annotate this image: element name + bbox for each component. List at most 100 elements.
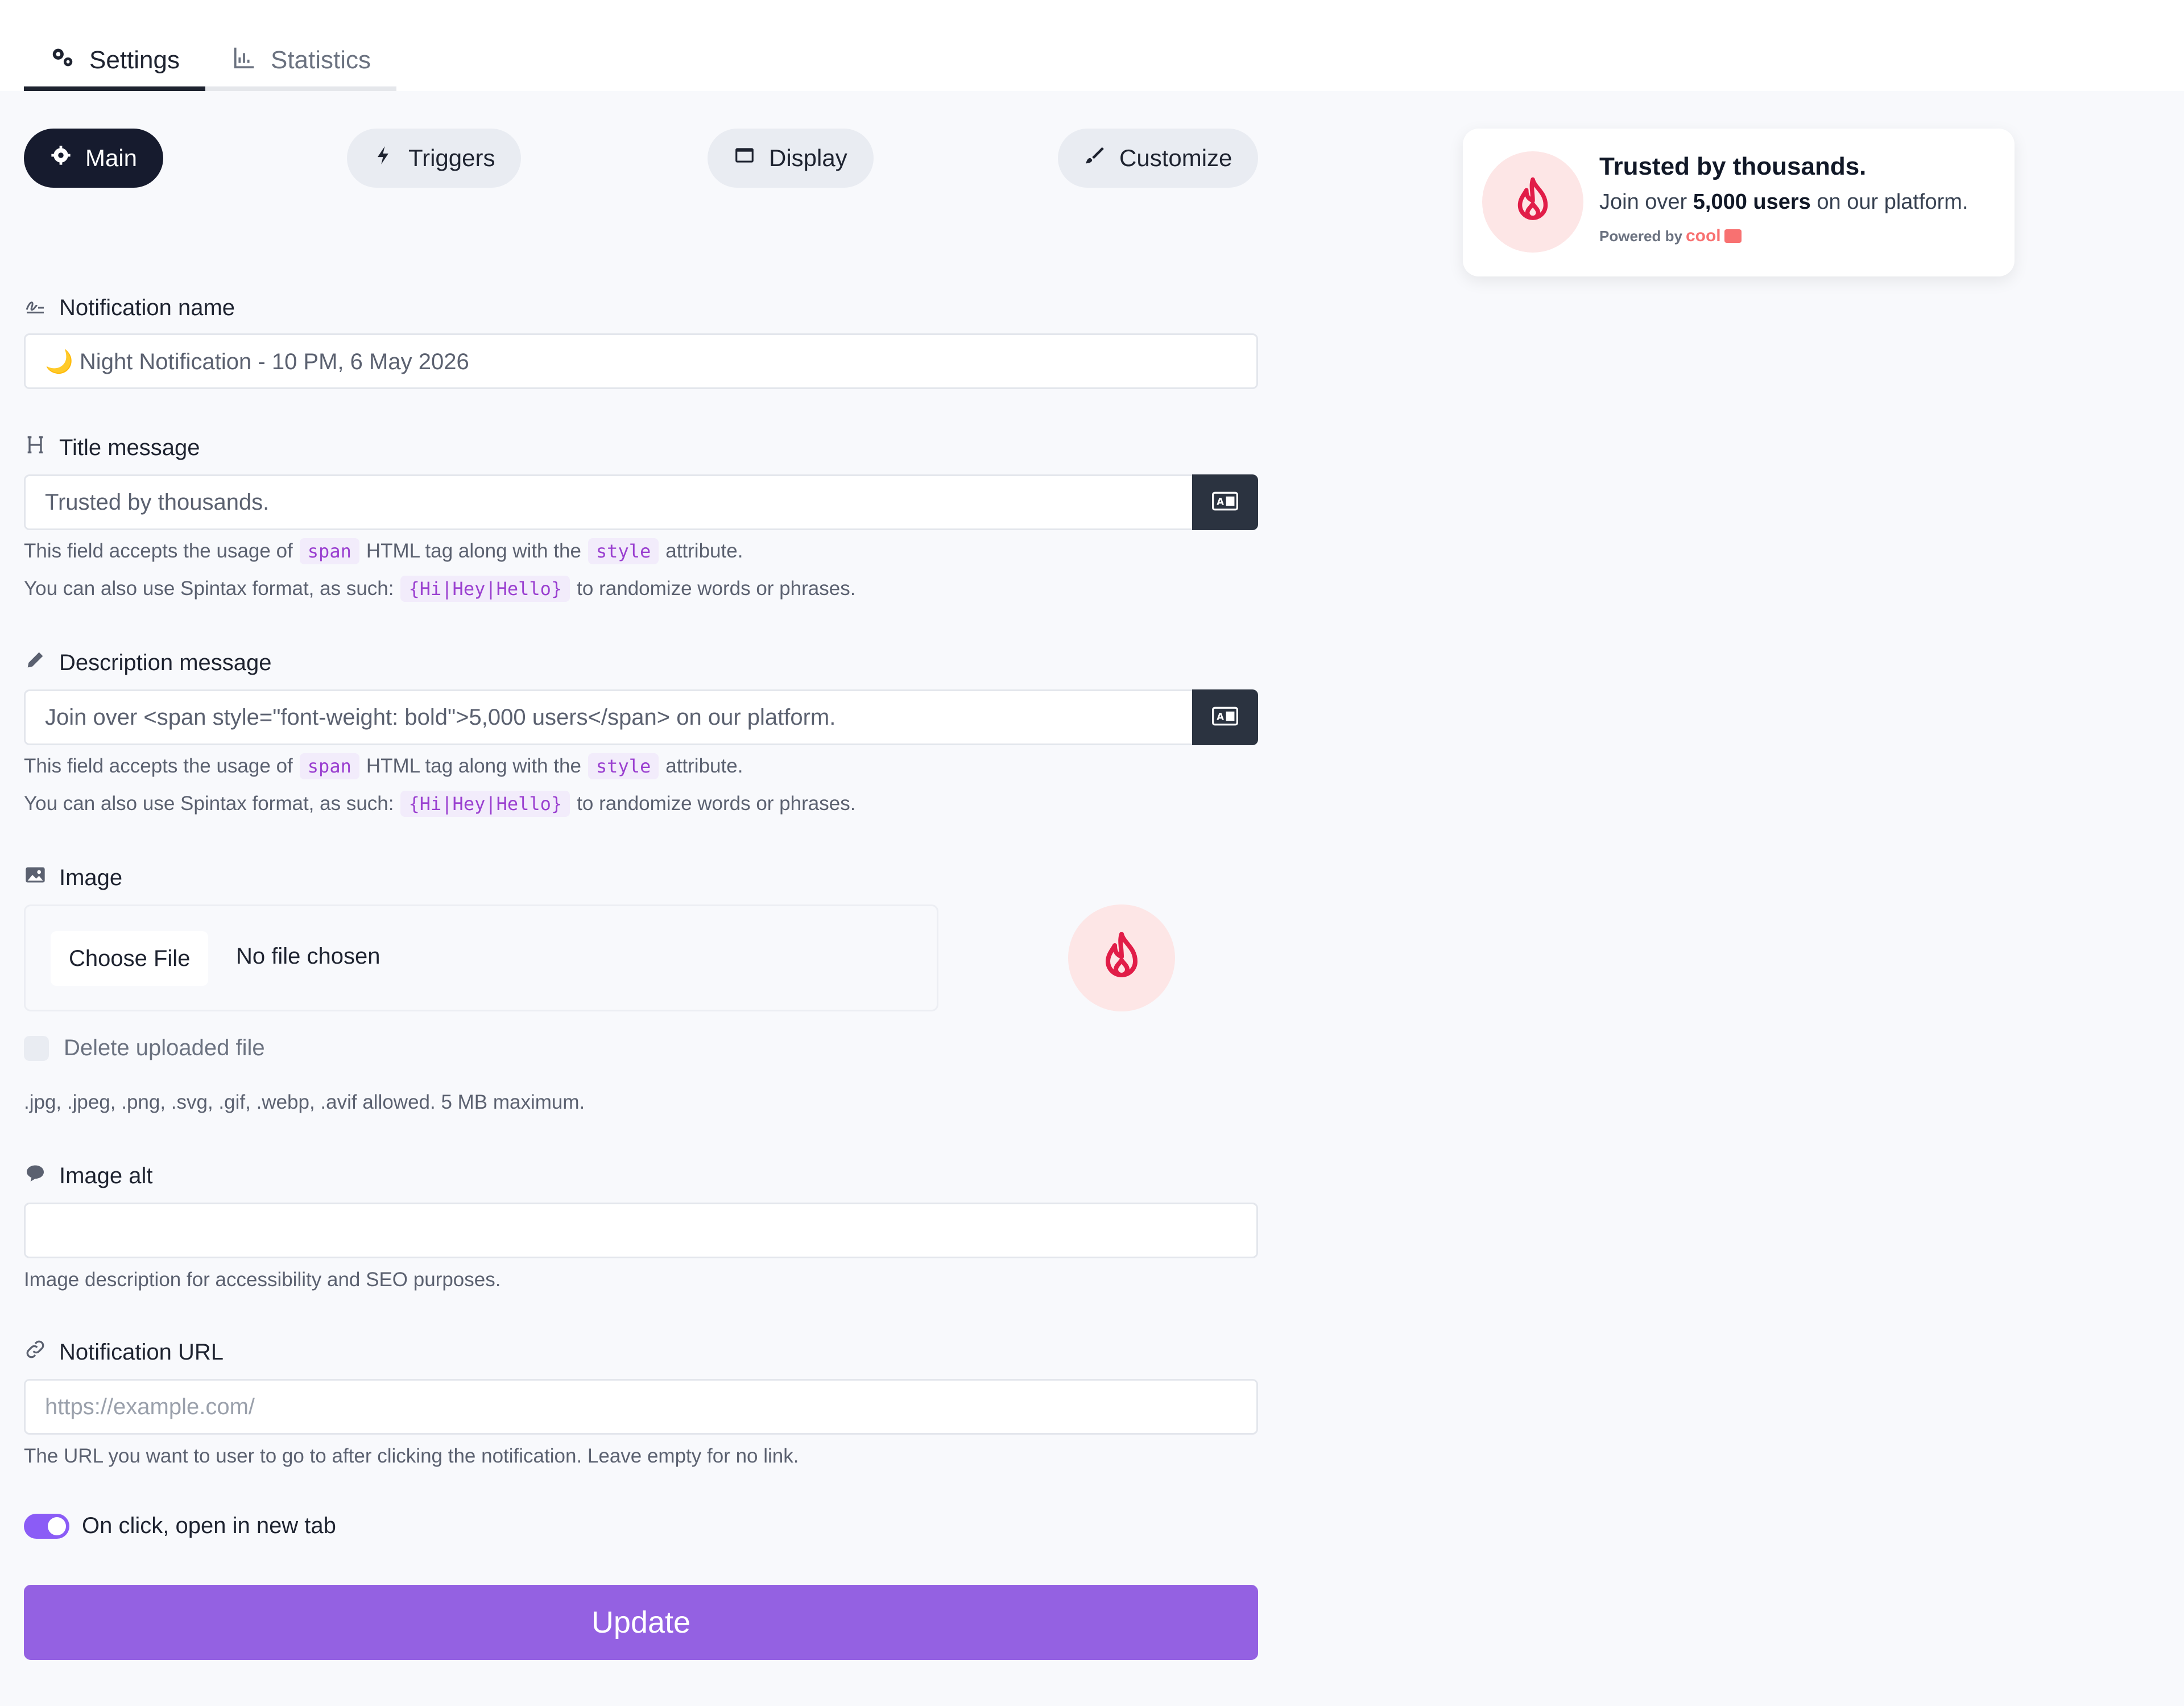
signature-icon bbox=[24, 294, 47, 322]
preview-desc-text: Join over bbox=[1599, 190, 1687, 214]
image-alt-help: Image description for accessibility and … bbox=[24, 1269, 500, 1291]
help-text: HTML tag along with the bbox=[366, 755, 581, 777]
update-label: Update bbox=[591, 1605, 691, 1639]
description-message-label: Description message bbox=[24, 648, 272, 677]
flame-icon bbox=[1094, 930, 1149, 987]
image-help: .jpg, .jpeg, .png, .svg, .gif, .webp, .a… bbox=[24, 1091, 585, 1114]
notification-url-help: The URL you want to user to go to after … bbox=[24, 1445, 799, 1468]
help-text: You can also use Spintax format, as such… bbox=[24, 792, 394, 815]
title-message-value: Trusted by thousands. bbox=[45, 489, 270, 515]
notification-name-label: Notification name bbox=[24, 294, 235, 322]
update-button[interactable]: Update bbox=[24, 1585, 1258, 1660]
pill-customize-label: Customize bbox=[1119, 144, 1232, 171]
brush-icon bbox=[1084, 144, 1106, 172]
pill-display-label: Display bbox=[769, 144, 847, 171]
image-alt-help-text: Image description for accessibility and … bbox=[24, 1269, 501, 1291]
delete-file-label: Delete uploaded file bbox=[64, 1035, 265, 1060]
pill-main-label: Main bbox=[85, 144, 138, 171]
tab-settings[interactable]: Settings bbox=[24, 34, 205, 91]
image-icon bbox=[24, 864, 47, 892]
preview-description: Join over 5,000 users on our platform. bbox=[1599, 190, 1968, 214]
gears-icon bbox=[49, 44, 76, 77]
title-message-label-text: Title message bbox=[59, 435, 200, 460]
code-style: style bbox=[588, 538, 659, 564]
image-alt-input[interactable] bbox=[24, 1203, 1258, 1258]
bolt-icon bbox=[373, 144, 395, 172]
file-status: No file chosen bbox=[236, 944, 380, 969]
notification-name-value: 🌙 Night Notification - 10 PM, 6 May 2026 bbox=[45, 349, 469, 374]
notification-url-help-text: The URL you want to user to go to after … bbox=[24, 1445, 799, 1467]
pill-display[interactable]: Display bbox=[708, 129, 874, 188]
image-alt-label: Image alt bbox=[24, 1162, 153, 1190]
code-style: style bbox=[588, 753, 659, 779]
window-icon bbox=[734, 144, 755, 172]
code-spintax: {Hi|Hey|Hello} bbox=[400, 576, 570, 602]
description-emoji-button[interactable]: A bbox=[1192, 689, 1258, 745]
section-pills: Main Triggers Display Customize bbox=[24, 129, 1259, 188]
brand-bubble-icon bbox=[1724, 229, 1742, 243]
image-alt-label-text: Image alt bbox=[59, 1163, 153, 1188]
svg-text:A: A bbox=[1217, 711, 1224, 722]
flame-icon bbox=[1507, 175, 1558, 229]
tab-bar: Settings Statistics bbox=[24, 34, 397, 91]
svg-text:A: A bbox=[1217, 496, 1224, 507]
image-help-text: .jpg, .jpeg, .png, .svg, .gif, .webp, .a… bbox=[24, 1091, 585, 1113]
comment-icon bbox=[24, 1162, 47, 1190]
title-help-line-2: You can also use Spintax format, as such… bbox=[24, 576, 855, 602]
preview-image bbox=[1482, 151, 1583, 253]
notification-name-input[interactable]: 🌙 Night Notification - 10 PM, 6 May 2026 bbox=[24, 333, 1258, 389]
code-spintax: {Hi|Hey|Hello} bbox=[400, 791, 570, 817]
description-help-line-2: You can also use Spintax format, as such… bbox=[24, 791, 855, 817]
description-help-line-1: This field accepts the usage of span HTM… bbox=[24, 753, 743, 779]
preview-desc-text: on our platform. bbox=[1817, 190, 1968, 214]
tab-statistics[interactable]: Statistics bbox=[205, 34, 397, 91]
help-text: This field accepts the usage of bbox=[24, 755, 293, 777]
pill-customize[interactable]: Customize bbox=[1058, 129, 1259, 188]
help-text: HTML tag along with the bbox=[366, 540, 581, 562]
link-icon bbox=[24, 1338, 47, 1366]
description-message-value: Join over <span style="font-weight: bold… bbox=[45, 704, 836, 730]
choose-file-button[interactable]: Choose File bbox=[51, 931, 209, 986]
new-tab-label: On click, open in new tab bbox=[82, 1513, 336, 1538]
preview-desc-bold: 5,000 users bbox=[1693, 190, 1811, 214]
preview-title: Trusted by thousands. bbox=[1599, 152, 1867, 180]
powered-by: Powered by cool bbox=[1599, 226, 1742, 246]
title-emoji-button[interactable]: A bbox=[1192, 474, 1258, 530]
new-tab-toggle[interactable] bbox=[24, 1513, 69, 1539]
notification-url-label-text: Notification URL bbox=[59, 1339, 224, 1365]
choose-file-label: Choose File bbox=[69, 945, 191, 971]
chart-icon bbox=[231, 44, 257, 77]
notification-preview[interactable]: Trusted by thousands. Join over 5,000 us… bbox=[1463, 129, 2015, 276]
tab-settings-label: Settings bbox=[89, 46, 180, 74]
image-preview bbox=[1068, 904, 1175, 1011]
pencil-icon bbox=[24, 648, 47, 677]
powered-by-text: Powered by bbox=[1599, 227, 1682, 245]
description-message-label-text: Description message bbox=[59, 650, 272, 675]
pill-triggers-label: Triggers bbox=[408, 144, 495, 171]
title-message-input[interactable]: Trusted by thousands. bbox=[24, 474, 1194, 530]
code-span: span bbox=[299, 538, 359, 564]
new-tab-row: On click, open in new tab bbox=[24, 1513, 336, 1539]
pill-triggers[interactable]: Triggers bbox=[347, 129, 522, 188]
delete-file-checkbox[interactable] bbox=[24, 1035, 49, 1061]
notification-name-label-text: Notification name bbox=[59, 295, 235, 320]
image-label: Image bbox=[24, 864, 122, 892]
code-span: span bbox=[299, 753, 359, 779]
language-icon: A bbox=[1212, 491, 1238, 514]
title-message-label: Title message bbox=[24, 433, 200, 462]
tab-statistics-label: Statistics bbox=[270, 46, 371, 74]
image-file-input: Choose File No file chosen bbox=[24, 904, 938, 1011]
gear-icon bbox=[50, 144, 72, 172]
help-text: attribute. bbox=[665, 540, 743, 562]
notification-url-label: Notification URL bbox=[24, 1338, 224, 1366]
help-text: attribute. bbox=[665, 755, 743, 777]
pill-main[interactable]: Main bbox=[24, 129, 164, 188]
notification-url-input[interactable]: https://example.com/ bbox=[24, 1379, 1258, 1435]
language-icon: A bbox=[1212, 707, 1238, 729]
help-text: You can also use Spintax format, as such… bbox=[24, 577, 394, 600]
description-message-input[interactable]: Join over <span style="font-weight: bold… bbox=[24, 689, 1194, 745]
delete-file-row: Delete uploaded file bbox=[24, 1035, 265, 1061]
brand-logo: cool bbox=[1685, 226, 1721, 245]
heading-icon bbox=[24, 433, 47, 462]
toggle-knob bbox=[48, 1517, 66, 1535]
